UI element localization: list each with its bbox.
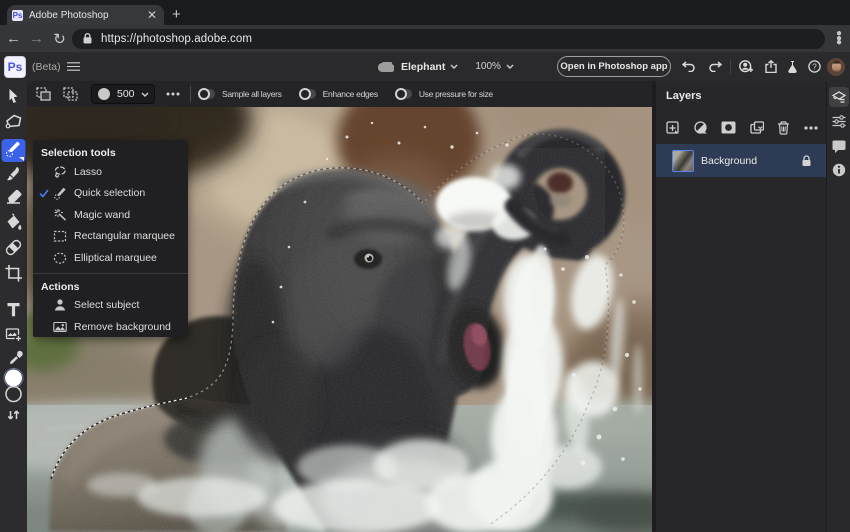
svg-text:?: ? <box>812 62 817 71</box>
